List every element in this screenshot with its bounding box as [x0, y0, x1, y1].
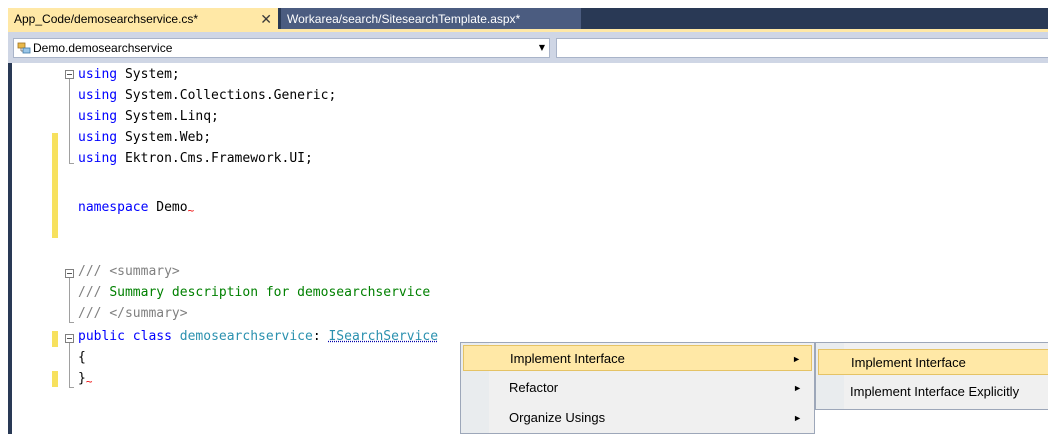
menu-item-label: Implement Interface Explicitly — [850, 384, 1020, 399]
error-squiggle: ~ — [85, 375, 93, 388]
tab-label: App_Code/demosearchservice.cs* — [14, 12, 199, 26]
keyword: using — [78, 67, 118, 82]
comment-prefix: /// — [78, 306, 110, 321]
menu-item-implement-interface[interactable]: Implement Interface ► — [463, 345, 812, 371]
code-text: System.Linq; — [117, 109, 219, 124]
error-squiggle: ~ — [187, 204, 195, 217]
change-marker — [52, 331, 58, 347]
chevron-down-icon[interactable]: ▼ — [539, 39, 545, 57]
member-selector-dropdown[interactable] — [556, 38, 1048, 58]
code-line: using Ektron.Cms.Framework.UI; — [78, 149, 313, 169]
open-brace: { — [78, 350, 86, 365]
change-marker — [52, 133, 58, 238]
code-line: using System; — [78, 65, 180, 85]
menu-item-label: Organize Usings — [509, 410, 606, 425]
submenu-arrow-icon: ► — [793, 383, 802, 393]
code-line: public class demosearchservice: ISearchS… — [78, 327, 438, 347]
outline-guide — [69, 278, 70, 322]
code-line: using System.Web; — [78, 128, 211, 148]
outline-guide — [69, 343, 70, 387]
comment-prefix: /// — [78, 264, 110, 279]
class-name: demosearchservice — [179, 329, 313, 344]
keyword: using — [78, 130, 118, 145]
keyword: class — [132, 329, 172, 344]
class-icon — [17, 42, 31, 54]
tab-label: Workarea/search/SitesearchTemplate.aspx* — [287, 12, 521, 26]
collapse-icon[interactable] — [65, 70, 74, 79]
submenu-arrow-icon: ► — [792, 354, 801, 364]
keyword: using — [78, 151, 118, 166]
submenu-item-implement-interface[interactable]: Implement Interface — [818, 349, 1048, 375]
outline-guide — [69, 79, 70, 163]
tab-bar: App_Code/demosearchservice.cs* ✕ Workare… — [8, 8, 1048, 30]
keyword: namespace — [78, 200, 149, 215]
menu-item-label: Refactor — [509, 380, 559, 395]
close-brace: } — [78, 371, 86, 386]
collapse-icon[interactable] — [65, 334, 74, 343]
code-line: using System.Collections.Generic; — [78, 86, 336, 106]
code-line: /// <summary> — [78, 262, 180, 282]
document-tab-strip: App_Code/demosearchservice.cs* ✕ Workare… — [0, 0, 1048, 30]
outline-guide — [69, 163, 74, 164]
code-text: Demo — [148, 200, 188, 215]
code-line: { — [78, 348, 86, 368]
tab-sitesearchtemplate-aspx[interactable]: Workarea/search/SitesearchTemplate.aspx* — [281, 8, 581, 30]
outline-guide — [69, 322, 74, 323]
menu-item-label: Implement Interface — [510, 351, 625, 366]
xml-doc-tag: </summary> — [109, 306, 188, 321]
keyword: public — [78, 329, 125, 344]
comment-text: Summary description for demosearchservic… — [109, 285, 431, 300]
tab-demosearchservice-cs[interactable]: App_Code/demosearchservice.cs* ✕ — [8, 8, 278, 30]
code-text: System; — [117, 67, 180, 82]
type-selector-value: Demo.demosearchservice — [33, 41, 173, 55]
code-text: Ektron.Cms.Framework.UI; — [117, 151, 313, 166]
change-marker — [52, 371, 58, 387]
close-icon[interactable]: ✕ — [260, 8, 272, 30]
submenu-arrow-icon: ► — [793, 413, 802, 423]
navigation-bar: Demo.demosearchservice ▼ — [8, 32, 1048, 63]
code-text: System.Web; — [117, 130, 212, 145]
keyword: using — [78, 88, 118, 103]
keyword: using — [78, 109, 118, 124]
comment-prefix: /// — [78, 285, 110, 300]
menu-item-organize-usings[interactable]: Organize Usings ► — [463, 405, 812, 431]
code-line: }~ — [78, 369, 92, 389]
code-line: using System.Linq; — [78, 107, 219, 127]
xml-doc-tag: <summary> — [109, 264, 180, 279]
outline-guide — [69, 387, 74, 388]
type-selector-dropdown[interactable]: Demo.demosearchservice ▼ — [13, 38, 550, 58]
code-line: /// </summary> — [78, 304, 188, 324]
base-interface-name: ISearchService — [328, 329, 439, 344]
code-line: namespace Demo~ — [78, 198, 194, 218]
menu-item-label: Implement Interface — [851, 355, 966, 370]
code-text: : — [312, 329, 329, 344]
code-line: /// Summary description for demosearchse… — [78, 283, 430, 303]
collapse-icon[interactable] — [65, 269, 74, 278]
code-text: System.Collections.Generic; — [117, 88, 337, 103]
context-menu: Implement Interface ► Refactor ► Organiz… — [460, 342, 815, 434]
menu-item-refactor[interactable]: Refactor ► — [463, 375, 812, 401]
submenu: Implement Interface Implement Interface … — [815, 342, 1048, 410]
submenu-item-implement-interface-explicitly[interactable]: Implement Interface Explicitly — [818, 379, 1048, 405]
